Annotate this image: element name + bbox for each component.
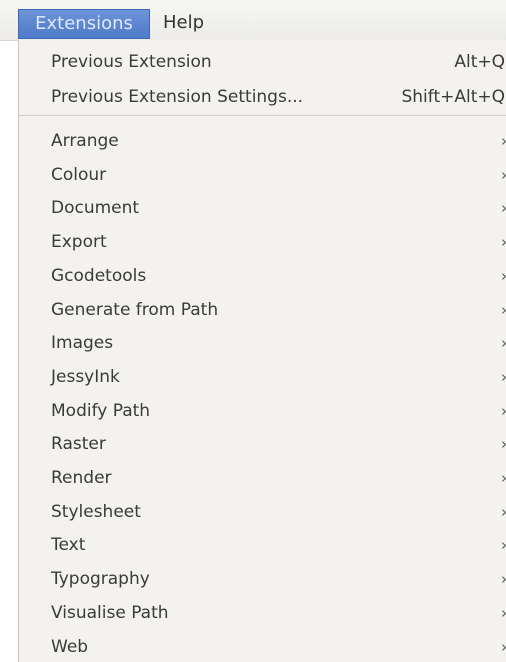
shortcut-label: Alt+Q xyxy=(454,52,505,72)
chevron-right-icon: › xyxy=(501,573,506,585)
menu-item-previous-extension-settings[interactable]: Previous Extension Settings... Shift+Alt… xyxy=(19,82,506,112)
menu-item-arrange[interactable]: Arrange › xyxy=(19,126,506,156)
menu-item-label: Document xyxy=(51,198,140,219)
menu-item-generate-from-path[interactable]: Generate from Path › xyxy=(19,295,506,325)
chevron-right-icon: › xyxy=(501,607,506,619)
chevron-right-icon: › xyxy=(501,472,506,484)
menu-extensions[interactable]: Extensions xyxy=(18,9,150,39)
menu-bar: Extensions Help xyxy=(0,0,506,41)
menu-item-label: Previous Extension Settings... xyxy=(51,87,304,107)
menu-item-label: Web xyxy=(51,636,89,657)
menu-item-label: Render xyxy=(51,468,112,488)
menu-item-label: Typography xyxy=(51,569,150,590)
menu-item-label: Visualise Path xyxy=(51,602,169,623)
chevron-right-icon: › xyxy=(501,506,506,518)
menu-separator xyxy=(19,115,506,116)
chevron-right-icon: › xyxy=(501,169,506,181)
menu-item-label: Gcodetools xyxy=(51,265,147,286)
menu-item-stylesheet[interactable]: Stylesheet › xyxy=(19,497,506,527)
menu-item-gcodetools[interactable]: Gcodetools › xyxy=(19,261,506,291)
menu-item-typography[interactable]: Typography › xyxy=(19,564,506,594)
menu-item-raster[interactable]: Raster › xyxy=(19,429,506,459)
chevron-right-icon: › xyxy=(501,236,506,248)
chevron-right-icon: › xyxy=(501,304,506,316)
menu-item-label: Previous Extension xyxy=(51,52,212,72)
chevron-right-icon: › xyxy=(501,405,506,417)
menu-item-web[interactable]: Web › xyxy=(19,632,506,662)
menu-item-label: Text xyxy=(51,535,86,556)
menu-item-label: Modify Path xyxy=(51,400,151,421)
shortcut-label: Shift+Alt+Q xyxy=(401,87,505,107)
menu-item-document[interactable]: Document › xyxy=(19,193,506,223)
menu-item-text[interactable]: Text › xyxy=(19,530,506,560)
menu-item-jessyink[interactable]: JessyInk › xyxy=(19,362,506,392)
chevron-right-icon: › xyxy=(501,135,506,147)
menu-item-render[interactable]: Render › xyxy=(19,463,506,493)
menu-item-images[interactable]: Images › xyxy=(19,328,506,358)
menu-item-colour[interactable]: Colour › xyxy=(19,160,506,190)
menu-item-modify-path[interactable]: Modify Path › xyxy=(19,396,506,426)
menu-item-label: Generate from Path xyxy=(51,299,219,320)
menu-item-previous-extension[interactable]: Previous Extension Alt+Q xyxy=(19,47,506,77)
menu-help[interactable]: Help xyxy=(155,9,212,37)
chevron-right-icon: › xyxy=(501,539,506,551)
menu-item-label: Arrange xyxy=(51,131,119,151)
menu-item-label: Colour xyxy=(51,164,107,185)
menu-item-export[interactable]: Export › xyxy=(19,227,506,257)
chevron-right-icon: › xyxy=(501,438,506,450)
menu-item-label: Stylesheet xyxy=(51,501,141,522)
menu-item-label: Export xyxy=(51,232,107,253)
menu-item-visualise-path[interactable]: Visualise Path › xyxy=(19,598,506,628)
extensions-dropdown: Previous Extension Alt+Q Previous Extens… xyxy=(18,40,506,662)
chevron-right-icon: › xyxy=(501,371,506,383)
chevron-right-icon: › xyxy=(501,641,506,653)
menu-item-label: Images xyxy=(51,333,114,354)
chevron-right-icon: › xyxy=(501,337,506,349)
menu-item-label: JessyInk xyxy=(51,366,120,387)
chevron-right-icon: › xyxy=(501,270,506,282)
menu-item-label: Raster xyxy=(51,434,106,455)
chevron-right-icon: › xyxy=(501,202,506,214)
